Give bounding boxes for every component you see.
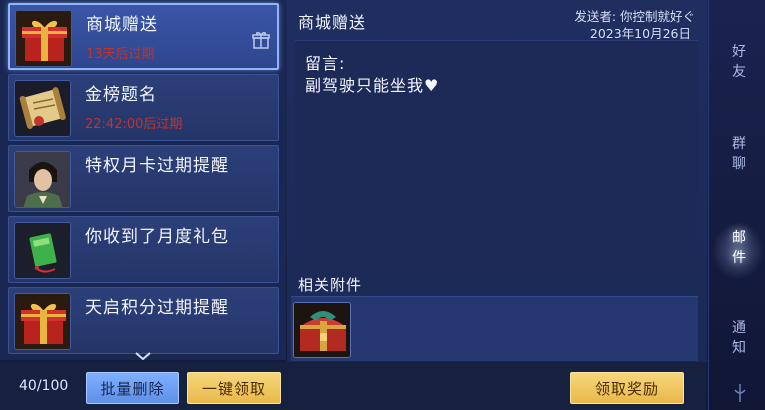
- treasure-chest-icon[interactable]: [293, 302, 351, 358]
- tab-group-chat[interactable]: 群 聊: [722, 134, 756, 174]
- mail-item-monthly-card-expiry[interactable]: 特权月卡过期提醒: [8, 145, 279, 212]
- mail-item-tianqi-points-expiry[interactable]: 天启积分过期提醒: [8, 287, 279, 354]
- mail-item-title: 天启积分过期提醒: [85, 298, 229, 318]
- chevron-down-icon[interactable]: [134, 346, 152, 360]
- scroll-icon: [14, 80, 71, 137]
- attachments-row: [291, 296, 698, 361]
- claim-reward-button[interactable]: 领取奖励: [570, 372, 684, 404]
- character-portrait-icon: [14, 151, 71, 208]
- message-text: 副驾驶只能坐我♥: [305, 76, 440, 95]
- gift-box-icon: [14, 293, 71, 350]
- batch-delete-button[interactable]: 批量删除: [86, 372, 179, 404]
- mail-count: 40/100: [19, 378, 69, 394]
- gift-box-icon: [15, 10, 72, 67]
- claim-all-button[interactable]: 一键领取: [187, 372, 281, 404]
- tab-friends[interactable]: 好 友: [722, 42, 756, 82]
- green-pack-icon: [14, 222, 71, 279]
- tab-mail[interactable]: 邮 件: [722, 228, 756, 268]
- tab-label: 群 聊: [732, 136, 746, 172]
- tab-notifications[interactable]: 通 知: [722, 318, 756, 358]
- gift-icon: [251, 30, 271, 50]
- tab-label: 邮 件: [732, 230, 746, 266]
- mail-item-shop-gift[interactable]: 商城赠送 13天后过期: [8, 3, 279, 70]
- mail-item-monthly-pack[interactable]: 你收到了月度礼包: [8, 216, 279, 283]
- ornament-icon: [732, 382, 748, 404]
- attachments-label: 相关附件: [298, 276, 363, 294]
- mail-item-exam-ranking[interactable]: 金榜题名 22:42:00后过期: [8, 74, 279, 141]
- mail-item-title: 特权月卡过期提醒: [85, 156, 229, 176]
- mail-item-title: 你收到了月度礼包: [85, 227, 229, 247]
- tab-label: 好 友: [732, 44, 746, 80]
- mail-item-title: 金榜题名: [85, 85, 157, 105]
- mail-list[interactable]: 商城赠送 13天后过期 金榜题名 22:42:00后过期 特权月卡过期提醒 你收…: [0, 0, 286, 360]
- tab-label: 通 知: [732, 320, 746, 356]
- mail-item-expire: 22:42:00后过期: [85, 117, 183, 132]
- mail-item-expire: 13天后过期: [86, 47, 155, 62]
- message-label: 留言:: [305, 54, 346, 73]
- mail-item-title: 商城赠送: [86, 15, 158, 35]
- mail-detail-title: 商城赠送: [298, 13, 367, 32]
- mail-screen: 商城赠送 13天后过期 金榜题名 22:42:00后过期 特权月卡过期提醒 你收…: [0, 0, 765, 410]
